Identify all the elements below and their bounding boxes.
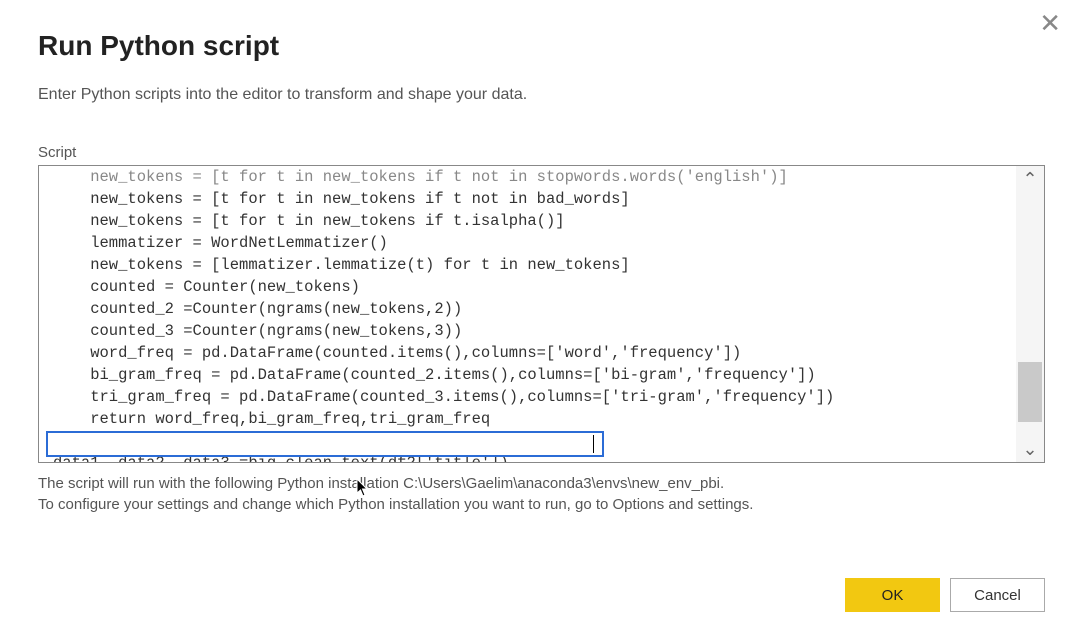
editor-line: new_tokens = [lemmatizer.lemmatize(t) fo…: [53, 256, 630, 274]
chevron-up-icon: ⌃: [1022, 169, 1037, 190]
dialog-buttons: OK Cancel: [845, 578, 1045, 612]
chevron-down-icon: ⌄: [1022, 439, 1037, 460]
script-label: Script: [38, 144, 1045, 161]
cancel-button[interactable]: Cancel: [950, 578, 1045, 612]
editor-line: word_freq = pd.DataFrame(counted.items()…: [53, 344, 741, 362]
editor-line: counted_3 =Counter(ngrams(new_tokens,3)): [53, 322, 462, 340]
python-path-info: The script will run with the following P…: [38, 475, 1045, 492]
editor-line: data1, data2, data3 =big_clean_text(df2[…: [53, 454, 509, 462]
dialog-title: Run Python script: [38, 30, 1045, 62]
ok-button[interactable]: OK: [845, 578, 940, 612]
editor-line: tri_gram_freq = pd.DataFrame(counted_3.i…: [53, 388, 834, 406]
scroll-down-button[interactable]: ⌄: [1016, 436, 1044, 462]
editor-line-cutoff: new_tokens = [t for t in new_tokens if t…: [53, 168, 788, 186]
scroll-track[interactable]: [1016, 192, 1044, 436]
editor-line: new_tokens = [t for t in new_tokens if t…: [53, 212, 565, 230]
script-editor[interactable]: new_tokens = [t for t in new_tokens if t…: [38, 165, 1045, 463]
close-icon: ✕: [1039, 8, 1061, 38]
editor-line: return word_freq,bi_gram_freq,tri_gram_f…: [53, 410, 490, 428]
python-config-hint: To configure your settings and change wh…: [38, 496, 1045, 513]
editor-line: bi_gram_freq = pd.DataFrame(counted_2.it…: [53, 366, 816, 384]
editor-line: counted = Counter(new_tokens): [53, 278, 360, 296]
run-python-script-dialog: ✕ Run Python script Enter Python scripts…: [0, 0, 1083, 642]
dialog-subtitle: Enter Python scripts into the editor to …: [38, 86, 1045, 104]
editor-line: lemmatizer = WordNetLemmatizer(): [53, 234, 388, 252]
editor-line: counted_2 =Counter(ngrams(new_tokens,2)): [53, 300, 462, 318]
scroll-thumb[interactable]: [1018, 362, 1042, 422]
script-editor-content[interactable]: new_tokens = [t for t in new_tokens if t…: [53, 166, 1016, 462]
editor-scrollbar[interactable]: ⌃ ⌄: [1016, 166, 1044, 462]
close-button[interactable]: ✕: [1031, 6, 1069, 40]
text-caret: [593, 435, 594, 453]
scroll-up-button[interactable]: ⌃: [1016, 166, 1044, 192]
editor-line: new_tokens = [t for t in new_tokens if t…: [53, 190, 630, 208]
